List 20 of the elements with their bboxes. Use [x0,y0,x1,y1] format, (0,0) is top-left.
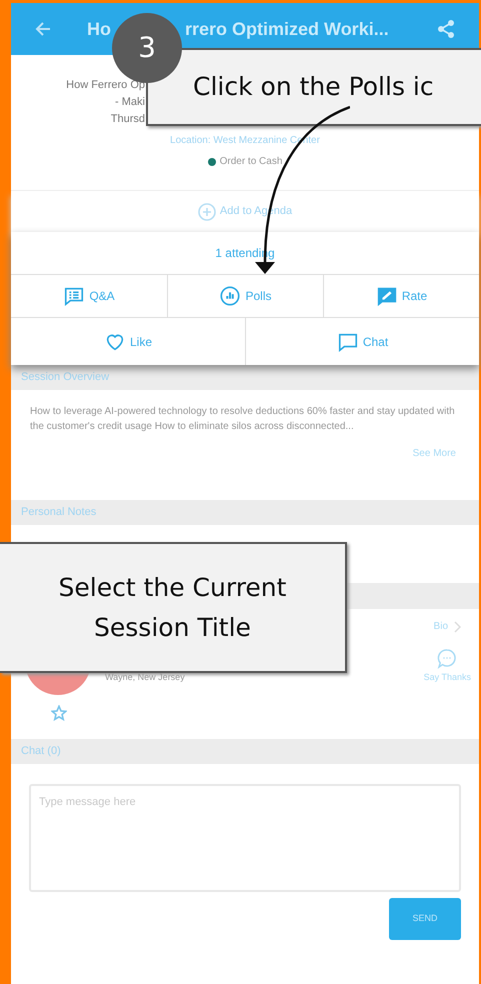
callout-text: Select the Current Session Title [58,572,288,644]
track-label: Order to Cash [220,155,282,169]
action-button[interactable]: Like [11,318,245,365]
callout-text: Click on the Polls ic [193,71,434,104]
session-title-line: - Maki [115,95,145,110]
see-more-link[interactable]: See More [412,446,456,461]
section-title: Chat (0) [21,744,61,760]
app-bar-title: rrero Optimized Worki... [185,18,389,41]
action-button[interactable]: Rate [323,275,479,317]
session-title-line: Thursd [110,112,145,127]
section-title: Session Overview [21,370,110,386]
bio-link[interactable]: Bio [434,619,448,634]
app-bar-title: Ho [87,18,111,40]
overview-text: How to leverage AI-powered technology to resolve deductions 60% faster and stay updated with the customer's credit usage How to eliminate silos across disconnected... [30,405,456,434]
action-button[interactable]: Polls [167,275,323,317]
send-button[interactable]: SEND [389,898,461,940]
action-button[interactable]: Q&A [11,275,167,317]
say-thanks-button[interactable]: Say Thanks [424,649,471,684]
speaker-location: Wayne, New Jersey [105,671,185,684]
section-title: Personal Notes [21,505,96,520]
